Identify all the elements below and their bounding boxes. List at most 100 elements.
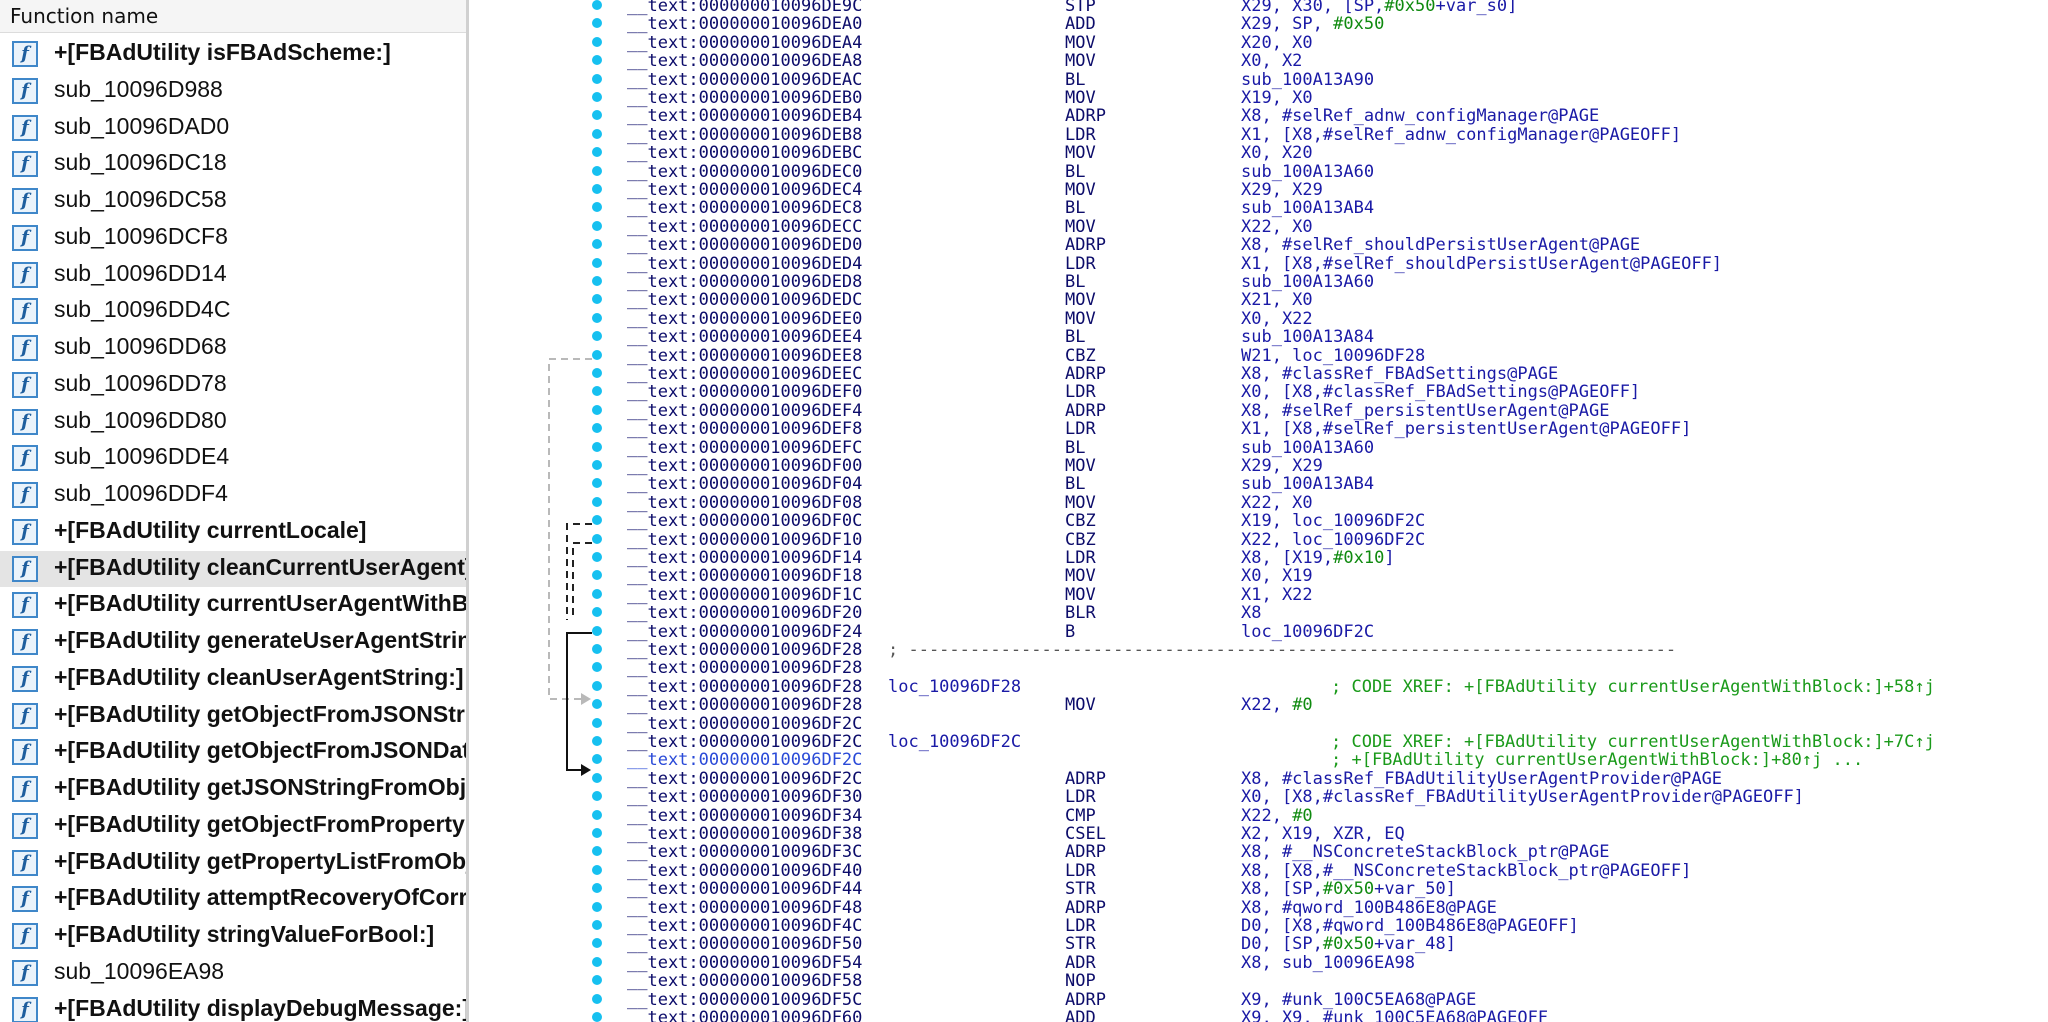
breakpoint-dot-icon[interactable]: [592, 478, 602, 489]
function-list-item[interactable]: f sub_10096DC58: [0, 183, 468, 220]
disassembly-line[interactable]: __text:000000010096DE9C STP X29, X30, [SP,…: [469, 0, 2048, 15]
disassembly-line[interactable]: __text:000000010096DF08 MOV X22, X0: [469, 493, 2048, 512]
breakpoint-dot-icon[interactable]: [592, 864, 602, 875]
disassembly-line[interactable]: __text:000000010096DF28 loc_10096DF28 ; CO…: [469, 677, 2048, 696]
breakpoint-dot-icon[interactable]: [592, 717, 602, 728]
operands[interactable]: X19, loc_10096DF2C: [1241, 512, 1425, 530]
disassembly-line[interactable]: __text:000000010096DEB0 MOV X19, X0: [469, 89, 2048, 107]
disassembly-line[interactable]: __text:000000010096DEF4 ADRP X8, #selRef_p…: [469, 401, 2048, 420]
disassembly-line[interactable]: __text:000000010096DEE0 MOV X0, X22: [469, 309, 2048, 328]
operands[interactable]: X0, X2: [1241, 52, 1302, 70]
operands[interactable]: X8, sub_10096EA98: [1241, 954, 1415, 972]
function-list-item[interactable]: f sub_10096DD14: [0, 257, 468, 294]
operands[interactable]: X21, X0: [1241, 291, 1313, 309]
operands[interactable]: D0, [SP,#0x50+var_48]: [1241, 935, 1456, 953]
breakpoint-dot-icon[interactable]: [592, 736, 602, 746]
operands[interactable]: X8, #selRef_shouldPersistUserAgent@PAGE: [1241, 236, 1640, 254]
disassembly-line[interactable]: __text:000000010096DECC MOV X22, X0: [469, 217, 2048, 236]
disassembly-line[interactable]: __text:000000010096DF54 ADR X8, sub_10096E…: [469, 953, 2048, 972]
breakpoint-dot-icon[interactable]: [592, 920, 602, 930]
breakpoint-dot-icon[interactable]: [592, 165, 602, 176]
function-list-item[interactable]: f sub_10096DDE4: [0, 440, 468, 477]
operands[interactable]: X8, [SP,#0x50+var_50]: [1241, 880, 1456, 898]
disassembly-line[interactable]: __text:000000010096DF2C ADRP X8, #classRef…: [469, 769, 2048, 788]
disassembly-line[interactable]: __text:000000010096DF34 CMP X22, #0: [469, 806, 2048, 825]
breakpoint-dot-icon[interactable]: [592, 791, 602, 802]
operands[interactable]: sub_100A13A90: [1241, 70, 1374, 89]
operands[interactable]: X1, [X8,#selRef_adnw_configManager@PAGEO…: [1241, 126, 1681, 144]
function-list-item[interactable]: f +[FBAdUtility getObjectFromJSONData:]: [0, 734, 468, 771]
operands[interactable]: D0, [X8,#qword_100B486E8@PAGEOFF]: [1241, 917, 1579, 935]
breakpoint-dot-icon[interactable]: [592, 386, 602, 397]
breakpoint-dot-icon[interactable]: [592, 754, 602, 765]
function-list-item[interactable]: f sub_10096DAD0: [0, 110, 468, 147]
operands[interactable]: X22, X0: [1241, 218, 1313, 236]
operands[interactable]: X1, X22: [1241, 586, 1313, 604]
functions-panel-header[interactable]: Function name: [0, 0, 468, 33]
breakpoint-dot-icon[interactable]: [592, 846, 602, 857]
operands[interactable]: X2, X19, XZR, EQ: [1241, 825, 1405, 843]
breakpoint-dot-icon[interactable]: [592, 588, 602, 599]
operands[interactable]: X8, [X8,#__NSConcreteStackBlock_ptr@PAGE…: [1241, 862, 1691, 880]
operands[interactable]: X0, X20: [1241, 144, 1313, 162]
disassembly-line[interactable]: __text:000000010096DEC8 BL sub_100A13AB4: [469, 199, 2048, 218]
function-list-item[interactable]: f +[FBAdUtility getObjectFromPropertyList…: [0, 808, 468, 845]
function-list-item[interactable]: f sub_10096DC18: [0, 146, 468, 183]
operands[interactable]: X1, [X8,#selRef_persistentUserAgent@PAGE…: [1241, 420, 1691, 438]
function-list-item[interactable]: f +[FBAdUtility cleanUserAgentString:]: [0, 661, 468, 698]
breakpoint-dot-icon[interactable]: [592, 515, 602, 526]
code-label[interactable]: loc_10096DF2C: [888, 733, 1021, 752]
breakpoint-dot-icon[interactable]: [592, 18, 602, 29]
disassembly-line[interactable]: __text:000000010096DF48 ADRP X8, #qword_10…: [469, 898, 2048, 917]
disassembly-line[interactable]: __text:000000010096DF0C CBZ X19, loc_10096…: [469, 512, 2048, 531]
breakpoint-dot-icon[interactable]: [592, 607, 602, 618]
code-label[interactable]: loc_10096DF28: [888, 677, 1021, 696]
breakpoint-dot-icon[interactable]: [592, 993, 602, 1004]
breakpoint-dot-icon[interactable]: [592, 772, 602, 783]
breakpoint-dot-icon[interactable]: [592, 496, 602, 507]
disassembly-line[interactable]: __text:000000010096DF1C MOV X1, X22: [469, 585, 2048, 604]
function-list-item[interactable]: f sub_10096DD78: [0, 367, 468, 404]
disassembly-line[interactable]: __text:000000010096DF00 MOV X29, X29: [469, 457, 2048, 475]
operands[interactable]: X1, [X8,#selRef_shouldPersistUserAgent@P…: [1241, 254, 1722, 273]
disassembly-line[interactable]: __text:000000010096DF28 MOV X22, #0: [469, 696, 2048, 715]
operands[interactable]: X20, X0: [1241, 34, 1313, 52]
disassembly-line[interactable]: __text:000000010096DED4 LDR X1, [X8,#selRe…: [469, 254, 2048, 273]
disassembly-line[interactable]: __text:000000010096DEC0 BL sub_100A13A60: [469, 162, 2048, 181]
function-list-item[interactable]: f sub_10096DD80: [0, 404, 468, 441]
disassembly-line[interactable]: __text:000000010096DEDC MOV X21, X0: [469, 291, 2048, 310]
operands[interactable]: X8, #classRef_FBAdUtilityUserAgentProvid…: [1241, 770, 1722, 788]
function-list-item[interactable]: f +[FBAdUtility currentUserAgentWithBlock…: [0, 587, 468, 624]
breakpoint-dot-icon[interactable]: [592, 699, 602, 710]
operands[interactable]: sub_100A13AB4: [1241, 199, 1374, 217]
breakpoint-dot-icon[interactable]: [592, 662, 602, 673]
breakpoint-dot-icon[interactable]: [592, 552, 602, 562]
disassembly-line[interactable]: __text:000000010096DF60 ADD X9, X9, #unk_1…: [469, 1009, 2048, 1022]
disassembly-line[interactable]: __text:000000010096DEA8 MOV X0, X2: [469, 52, 2048, 71]
breakpoint-dot-icon[interactable]: [592, 73, 602, 84]
function-list-item[interactable]: f +[FBAdUtility currentLocale]: [0, 514, 468, 551]
disassembly-line[interactable]: __text:000000010096DF20 BLR X8: [469, 604, 2048, 623]
disassembly-line[interactable]: __text:000000010096DF4C LDR D0, [X8,#qword…: [469, 917, 2048, 935]
operands[interactable]: X9, #unk_100C5EA68@PAGE: [1241, 990, 1476, 1009]
function-list-item[interactable]: f +[FBAdUtility stringValueForBool:]: [0, 918, 468, 955]
function-list-item[interactable]: f sub_10096DD4C: [0, 293, 468, 330]
disassembly-line[interactable]: __text:000000010096DEAC BL sub_100A13A90: [469, 70, 2048, 89]
function-list-item[interactable]: f sub_10096EA98: [0, 955, 468, 992]
operands[interactable]: X22, X0: [1241, 494, 1313, 512]
function-list-item[interactable]: f +[FBAdUtility isFBAdScheme:]: [0, 36, 468, 73]
operands[interactable]: X8: [1241, 604, 1261, 622]
disassembly-line[interactable]: __text:000000010096DF58 NOP: [469, 972, 2048, 991]
operands[interactable]: X0, X19: [1241, 567, 1313, 585]
disassembly-line[interactable]: __text:000000010096DF50 STR D0, [SP,#0x50+…: [469, 935, 2048, 954]
operands[interactable]: X22, #0: [1241, 696, 1313, 714]
function-list-item[interactable]: f +[FBAdUtility displayDebugMessage:]: [0, 992, 468, 1022]
disassembly-line[interactable]: __text:000000010096DEA0 ADD X29, SP, #0x50: [469, 15, 2048, 34]
breakpoint-dot-icon[interactable]: [592, 828, 602, 838]
breakpoint-dot-icon[interactable]: [592, 938, 602, 949]
operands[interactable]: X8, #classRef_FBAdSettings@PAGE: [1241, 365, 1558, 383]
breakpoint-dot-icon[interactable]: [592, 128, 602, 139]
operands[interactable]: X29, X30, [SP,#0x50+var_s0]: [1241, 0, 1517, 15]
operands[interactable]: X0, [X8,#classRef_FBAdSettings@PAGEOFF]: [1241, 383, 1640, 401]
disassembly-line[interactable]: __text:000000010096DF18 MOV X0, X19: [469, 567, 2048, 586]
